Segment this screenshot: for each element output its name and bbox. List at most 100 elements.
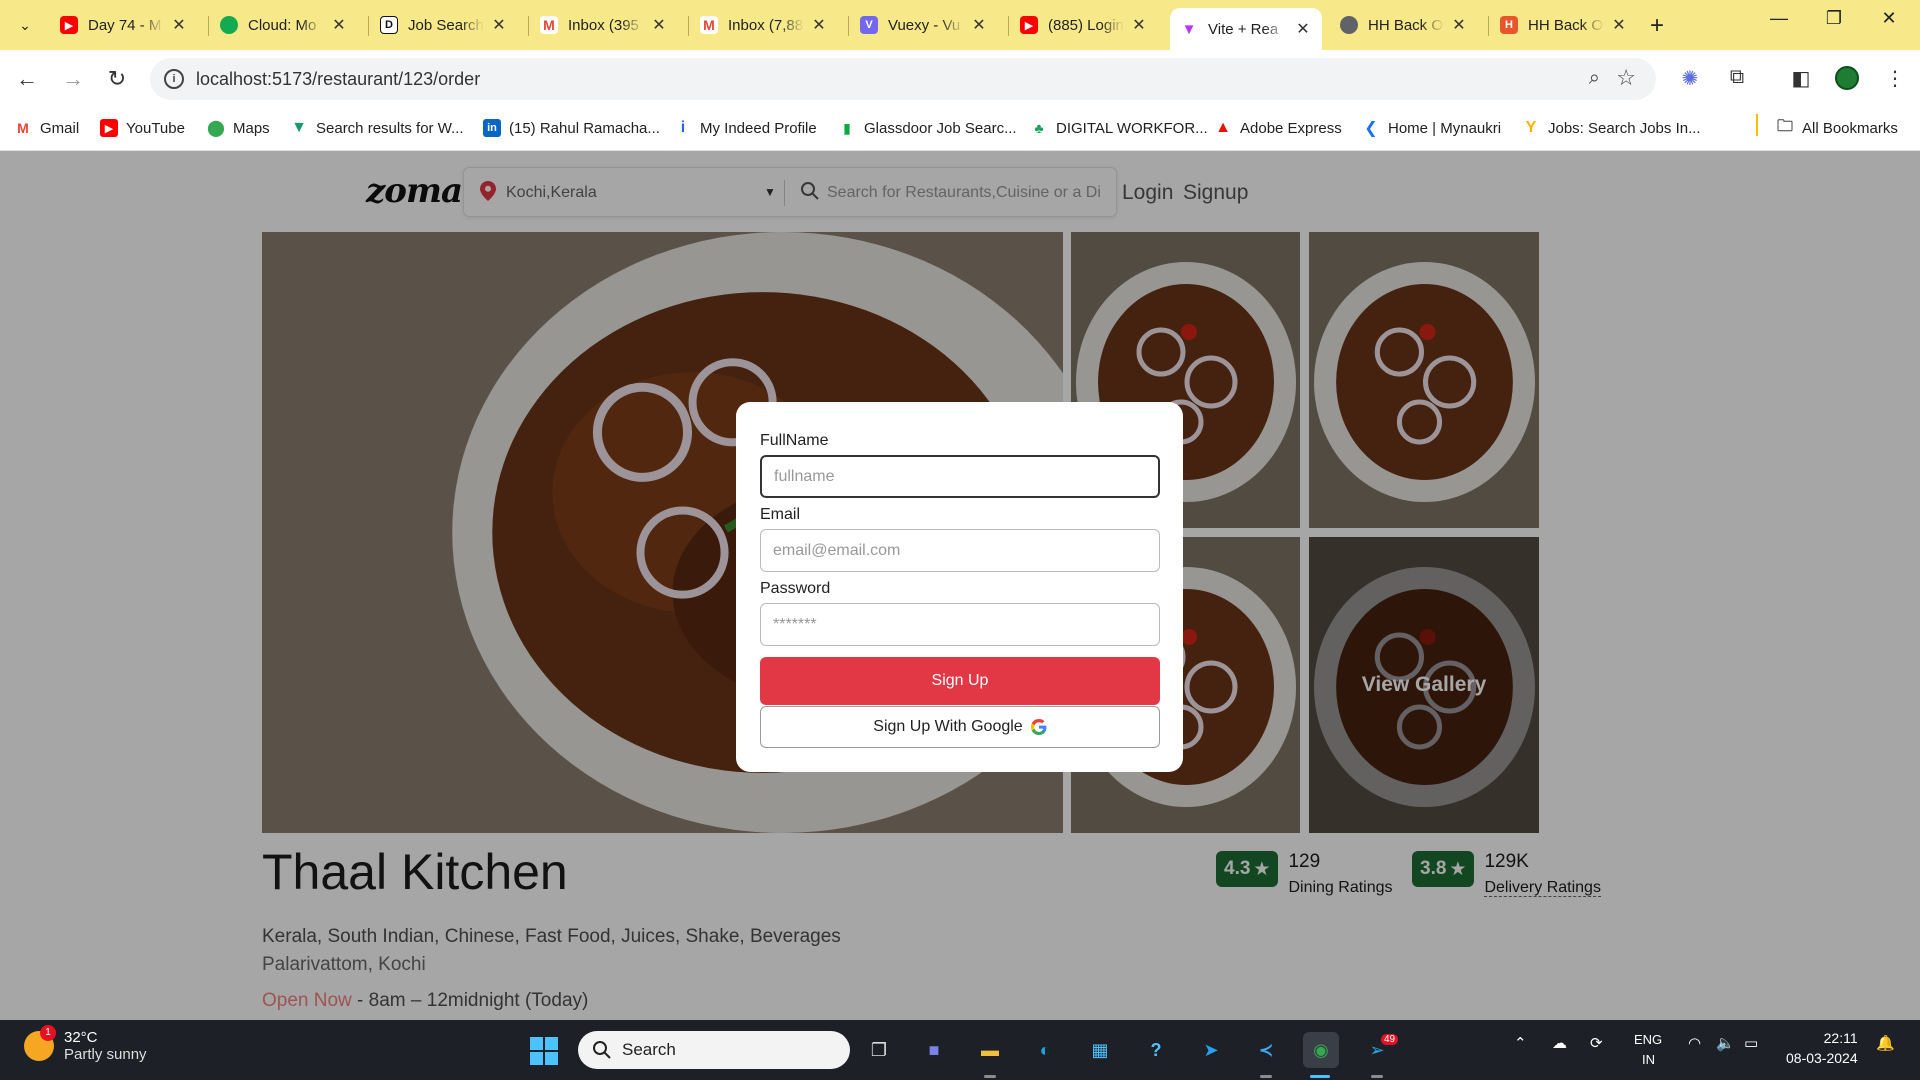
close-icon[interactable]: ✕ [970,15,988,35]
adobe-icon: ▲ [1215,119,1231,136]
file-explorer-icon[interactable]: ▬ [972,1032,1008,1068]
email-label: Email [760,506,801,523]
browser-tab[interactable]: M Inbox (7,88 ✕ [690,8,838,42]
menu-kebab-icon[interactable]: ⋮ [1882,66,1908,92]
vscode-icon[interactable]: ≺ [1248,1032,1284,1068]
close-icon[interactable]: ✕ [810,15,828,35]
browser-tab[interactable]: V Vuexy - Vu ✕ [850,8,998,42]
close-icon[interactable]: ✕ [1450,15,1468,35]
close-window-button[interactable]: ✕ [1866,8,1912,29]
site-info-icon[interactable]: i [164,69,184,89]
forward-button[interactable]: → [58,64,88,94]
bookmark-mynaukri[interactable]: ❮ Home | Mynaukri [1362,115,1501,141]
battery-icon[interactable]: ▭ [1744,1034,1758,1052]
notification-bell-icon[interactable]: 🔔 [1876,1034,1895,1052]
wifi-icon[interactable]: ◠ [1688,1034,1701,1052]
volume-icon[interactable]: 🔈 [1716,1034,1735,1052]
browser-tab[interactable]: D Job Search ✕ [370,8,518,42]
bookmark-star-icon[interactable]: ☆ [1616,65,1636,91]
telegram-badge: 49 [1381,1034,1399,1045]
email-input[interactable] [760,529,1160,572]
restore-icon: ❐ [1825,8,1843,28]
snipping-tool-icon[interactable]: ? [1138,1032,1174,1068]
google-icon [1030,719,1047,735]
signup-modal: FullName Email Password Sign Up Sign Up … [736,402,1183,772]
plus-icon: + [1650,12,1665,39]
side-panel-icon[interactable]: ◧ [1788,66,1814,92]
weather-widget[interactable]: 1 32°C Partly sunny [24,1025,147,1063]
close-icon[interactable]: ✕ [490,15,508,35]
language-region: IN [1642,1052,1655,1067]
youtube-icon: ▶ [100,119,118,137]
password-input[interactable] [760,603,1160,646]
profile-avatar[interactable] [1835,66,1861,92]
browser-tab[interactable]: HH Back O ✕ [1330,8,1478,42]
flutter-icon[interactable]: ➤ [1193,1032,1229,1068]
browser-tab[interactable]: ▶ Day 74 - M ✕ [50,8,198,42]
zoom-icon[interactable]: ⌕ [1589,67,1600,90]
browser-tab[interactable]: Cloud: Mo ✕ [210,8,358,42]
all-bookmarks[interactable]: 🗀 All Bookmarks [1776,115,1898,141]
task-view-icon[interactable]: ❐ [861,1032,897,1068]
microsoft-store-icon[interactable]: ▦ [1082,1032,1118,1068]
bookmark-search-results[interactable]: ▼ Search results for W... [290,115,463,141]
gmail-icon: M [17,120,29,136]
hh-icon: H [1500,16,1518,34]
browser-tab-active[interactable]: ▼ Vite + Rea ✕ [1170,8,1322,50]
system-clock[interactable]: 22:11 08-03-2024 [1786,1028,1858,1068]
bookmark-glassdoor[interactable]: ▮ Glassdoor Job Searc... [838,115,1016,141]
minimize-button[interactable]: — [1756,8,1802,29]
bookmark-linkedin[interactable]: in (15) Rahul Ramacha... [483,115,660,141]
maps-pin-icon: ⬤ [207,120,225,137]
minimize-icon: — [1770,8,1788,28]
extensions-puzzle-icon[interactable]: ⧉ [1724,66,1750,92]
mynaukri-icon: ❮ [1364,120,1378,137]
browser-tab[interactable]: H HH Back O ✕ [1490,8,1638,42]
bookmark-youtube[interactable]: ▶ YouTube [100,115,185,141]
new-tab-button[interactable]: + [1650,12,1664,40]
bookmark-maps[interactable]: ⬤ Maps [207,115,270,141]
bookmark-jobs[interactable]: Y Jobs: Search Jobs In... [1522,115,1701,141]
close-icon[interactable]: ✕ [650,15,668,35]
language-code[interactable]: ENG [1634,1032,1662,1047]
gmail-icon: M [540,16,558,34]
bookmark-digital-workforce[interactable]: ♣ DIGITAL WORKFOR... [1030,115,1207,141]
browser-tab[interactable]: ▶ (885) Login ✕ [1010,8,1158,42]
reload-button[interactable]: ↻ [102,64,132,94]
onedrive-cloud-icon[interactable]: ☁ [1552,1034,1567,1052]
close-icon[interactable]: ✕ [330,15,348,35]
edge-icon[interactable]: ◐ [1027,1032,1063,1068]
chrome-icon[interactable]: ◉ [1303,1032,1339,1068]
mongodb-icon [220,16,238,34]
sync-icon[interactable]: ⟳ [1590,1034,1603,1052]
url-text[interactable]: localhost:5173/restaurant/123/order [196,69,480,90]
back-button[interactable]: ← [12,64,42,94]
bookmark-gmail[interactable]: M Gmail [14,115,79,141]
bookmark-adobe-express[interactable]: ▲ Adobe Express [1214,115,1342,141]
taskbar-search[interactable]: Search [578,1031,850,1069]
extension-snowflake-icon[interactable]: ✺ [1677,66,1703,92]
chevron-up-icon[interactable]: ⌃ [1514,1034,1527,1052]
tab-search-button[interactable]: ⌄ [10,10,40,40]
sign-up-button[interactable]: Sign Up [760,657,1160,705]
close-icon[interactable]: ✕ [1130,15,1148,35]
address-bar[interactable]: i localhost:5173/restaurant/123/order ⌕ … [150,58,1656,100]
clock-time: 22:11 [1823,1030,1858,1046]
search-icon [593,1041,611,1059]
start-button[interactable] [530,1037,558,1065]
close-icon: ✕ [1881,8,1897,28]
linkedin-icon: in [483,119,501,137]
bookmark-indeed[interactable]: i My Indeed Profile [674,115,817,141]
google-sign-up-button[interactable]: Sign Up With Google [760,706,1160,748]
close-icon[interactable]: ✕ [1610,15,1628,35]
close-icon[interactable]: ✕ [1294,19,1312,39]
browser-toolbar: ← → ↻ i localhost:5173/restaurant/123/or… [0,50,1920,107]
clock-date: 08-03-2024 [1786,1050,1858,1066]
browser-tab-strip: ⌄ ▶ Day 74 - M ✕ Cloud: Mo ✕ D Job Searc… [0,0,1920,50]
close-icon[interactable]: ✕ [170,15,188,35]
restore-button[interactable]: ❐ [1811,8,1857,29]
browser-tab[interactable]: M Inbox (395 ✕ [530,8,678,42]
fullname-input[interactable] [760,455,1160,498]
bookmarks-divider [1756,114,1758,136]
teams-chat-icon[interactable]: ■ [916,1032,952,1068]
